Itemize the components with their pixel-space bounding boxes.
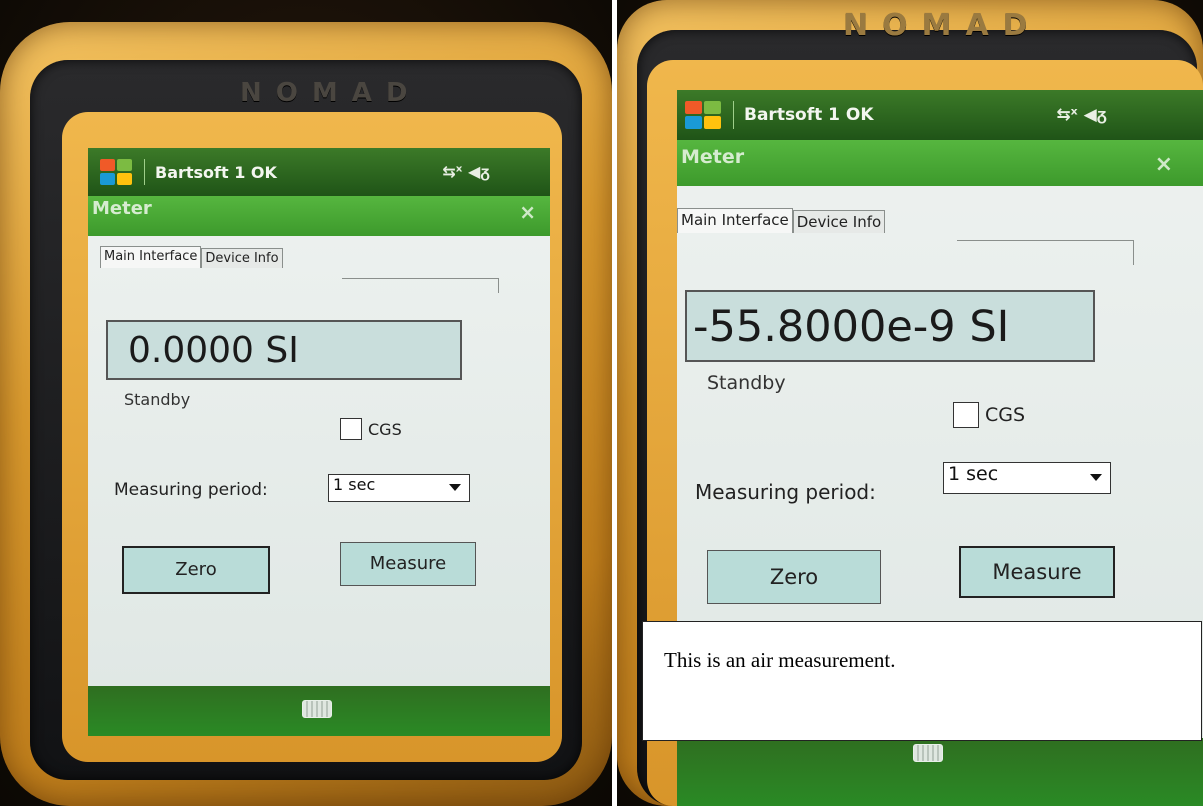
taskbar: Bartsoft 1 OK ⇆ˣ ◀ᵹ xyxy=(677,90,1203,140)
zero-button[interactable]: Zero xyxy=(122,546,270,594)
connectivity-volume-icons[interactable]: ⇆ˣ ◀ᵹ xyxy=(442,162,490,182)
windows-start-icon[interactable] xyxy=(98,157,134,187)
tab-panel-border xyxy=(342,278,499,293)
measuring-period-value: 1 sec xyxy=(333,475,376,494)
tab-device-info[interactable]: Device Info xyxy=(201,248,283,268)
device-brand: NOMAD xyxy=(843,8,1042,43)
soft-key-bar xyxy=(677,738,1203,806)
window-title: Meter xyxy=(92,198,152,219)
chevron-down-icon[interactable] xyxy=(1090,474,1102,481)
keyboard-icon[interactable] xyxy=(302,700,332,718)
measuring-period-select[interactable]: 1 sec xyxy=(943,462,1111,494)
tab-main-interface[interactable]: Main Interface xyxy=(677,208,793,233)
caption-box: This is an air measurement. xyxy=(642,621,1202,741)
meter-reading: -55.8000e-9 SI xyxy=(685,290,1095,362)
cgs-label: CGS xyxy=(985,404,1026,426)
cgs-label: CGS xyxy=(368,420,402,439)
device-brand: NOMAD xyxy=(240,78,422,108)
measuring-period-label: Measuring period: xyxy=(695,480,876,504)
left-device-photo: NOMAD Bartsoft 1 OK ⇆ˣ ◀ᵹ Meter × Main I… xyxy=(0,0,612,806)
window-titlebar: Meter × xyxy=(88,196,550,236)
device-screen: Bartsoft 1 OK ⇆ˣ ◀ᵹ Meter × Main Interfa… xyxy=(88,148,550,736)
zero-button[interactable]: Zero xyxy=(707,550,881,604)
windows-start-icon[interactable] xyxy=(683,99,723,131)
tab-main-interface[interactable]: Main Interface xyxy=(100,246,202,268)
measure-button[interactable]: Measure xyxy=(959,546,1115,598)
keyboard-icon[interactable] xyxy=(913,744,943,762)
measuring-period-select[interactable]: 1 sec xyxy=(328,474,470,502)
taskbar-title: Bartsoft 1 OK xyxy=(155,162,277,182)
tab-strip: Main Interface Device Info xyxy=(677,208,886,233)
measure-button[interactable]: Measure xyxy=(340,542,476,586)
chevron-down-icon[interactable] xyxy=(449,484,461,491)
window-titlebar: Meter × xyxy=(677,140,1203,186)
taskbar: Bartsoft 1 OK ⇆ˣ ◀ᵹ xyxy=(88,148,550,196)
caption-text: This is an air measurement. xyxy=(664,648,896,672)
tab-device-info[interactable]: Device Info xyxy=(792,210,886,233)
close-icon[interactable]: × xyxy=(1155,152,1173,177)
taskbar-separator xyxy=(733,101,734,129)
connectivity-volume-icons[interactable]: ⇆ˣ ◀ᵹ xyxy=(1056,105,1107,125)
tab-strip: Main Interface Device Info xyxy=(100,246,283,268)
taskbar-title: Bartsoft 1 OK xyxy=(744,105,874,125)
status-text: Standby xyxy=(707,372,786,394)
close-icon[interactable]: × xyxy=(519,200,536,224)
tab-panel-border xyxy=(957,240,1134,265)
cgs-checkbox[interactable] xyxy=(953,402,979,428)
meter-reading: 0.0000 SI xyxy=(106,320,462,380)
window-title: Meter xyxy=(681,146,745,168)
cgs-checkbox[interactable] xyxy=(340,418,362,440)
measuring-period-label: Measuring period: xyxy=(114,480,268,500)
status-text: Standby xyxy=(124,390,191,409)
taskbar-separator xyxy=(144,159,145,185)
soft-key-bar xyxy=(88,686,550,736)
measuring-period-value: 1 sec xyxy=(948,463,999,485)
